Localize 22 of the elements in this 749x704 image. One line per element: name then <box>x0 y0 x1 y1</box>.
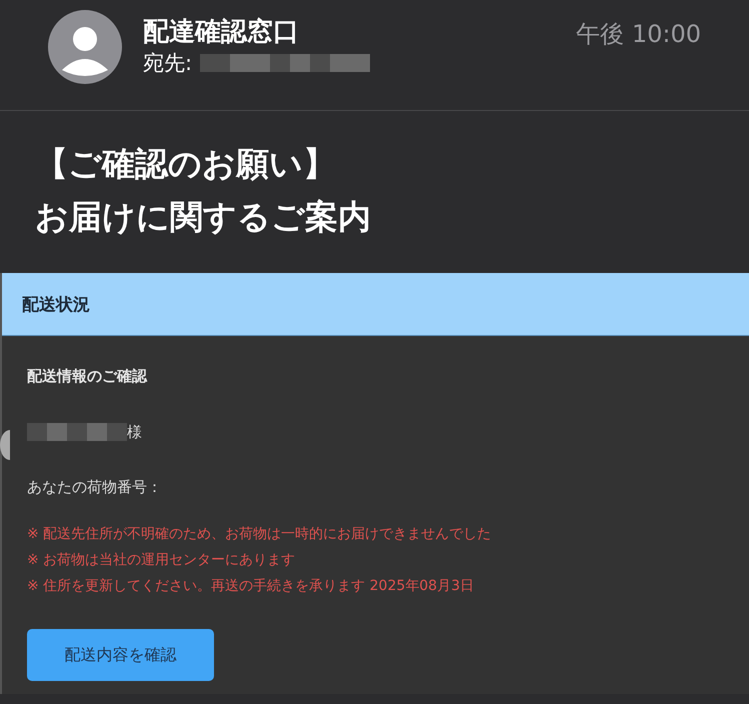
redaction-mark <box>290 54 310 72</box>
warning-notice: ※ 配送先住所が不明確のため、お荷物は一時的にお届けできませんでした <box>27 525 492 544</box>
section-heading: 配送情報のご確認 <box>27 366 148 386</box>
tracking-label: あなたの荷物番号： <box>27 477 162 497</box>
redaction-mark <box>67 423 87 441</box>
warning-notice: ※ 住所を更新してください。再送の手続きを承ります 2025年08月3日 <box>27 577 475 596</box>
status-banner: 配送状況 <box>2 273 749 336</box>
redaction-mark <box>47 423 67 441</box>
received-time: 午後 10:00 <box>576 19 702 50</box>
email-subject: 【ご確認のお願い】 <box>35 143 337 185</box>
salutation-suffix: 様 <box>127 422 142 442</box>
redaction-mark <box>200 54 230 72</box>
side-tab-icon <box>0 430 10 460</box>
confirm-button[interactable]: 配送内容を確認 <box>27 629 214 681</box>
sender-name: 配達確認窓口 <box>143 16 300 48</box>
redaction-mark <box>107 423 127 441</box>
email-subject: お届けに関するご案内 <box>35 196 372 238</box>
redaction-mark <box>87 423 107 441</box>
avatar-icon <box>48 10 122 84</box>
recipient-label: 宛先: <box>143 50 192 77</box>
warning-notice: ※ お荷物は当社の運用センターにあります <box>27 551 296 570</box>
redaction-mark <box>27 423 47 441</box>
